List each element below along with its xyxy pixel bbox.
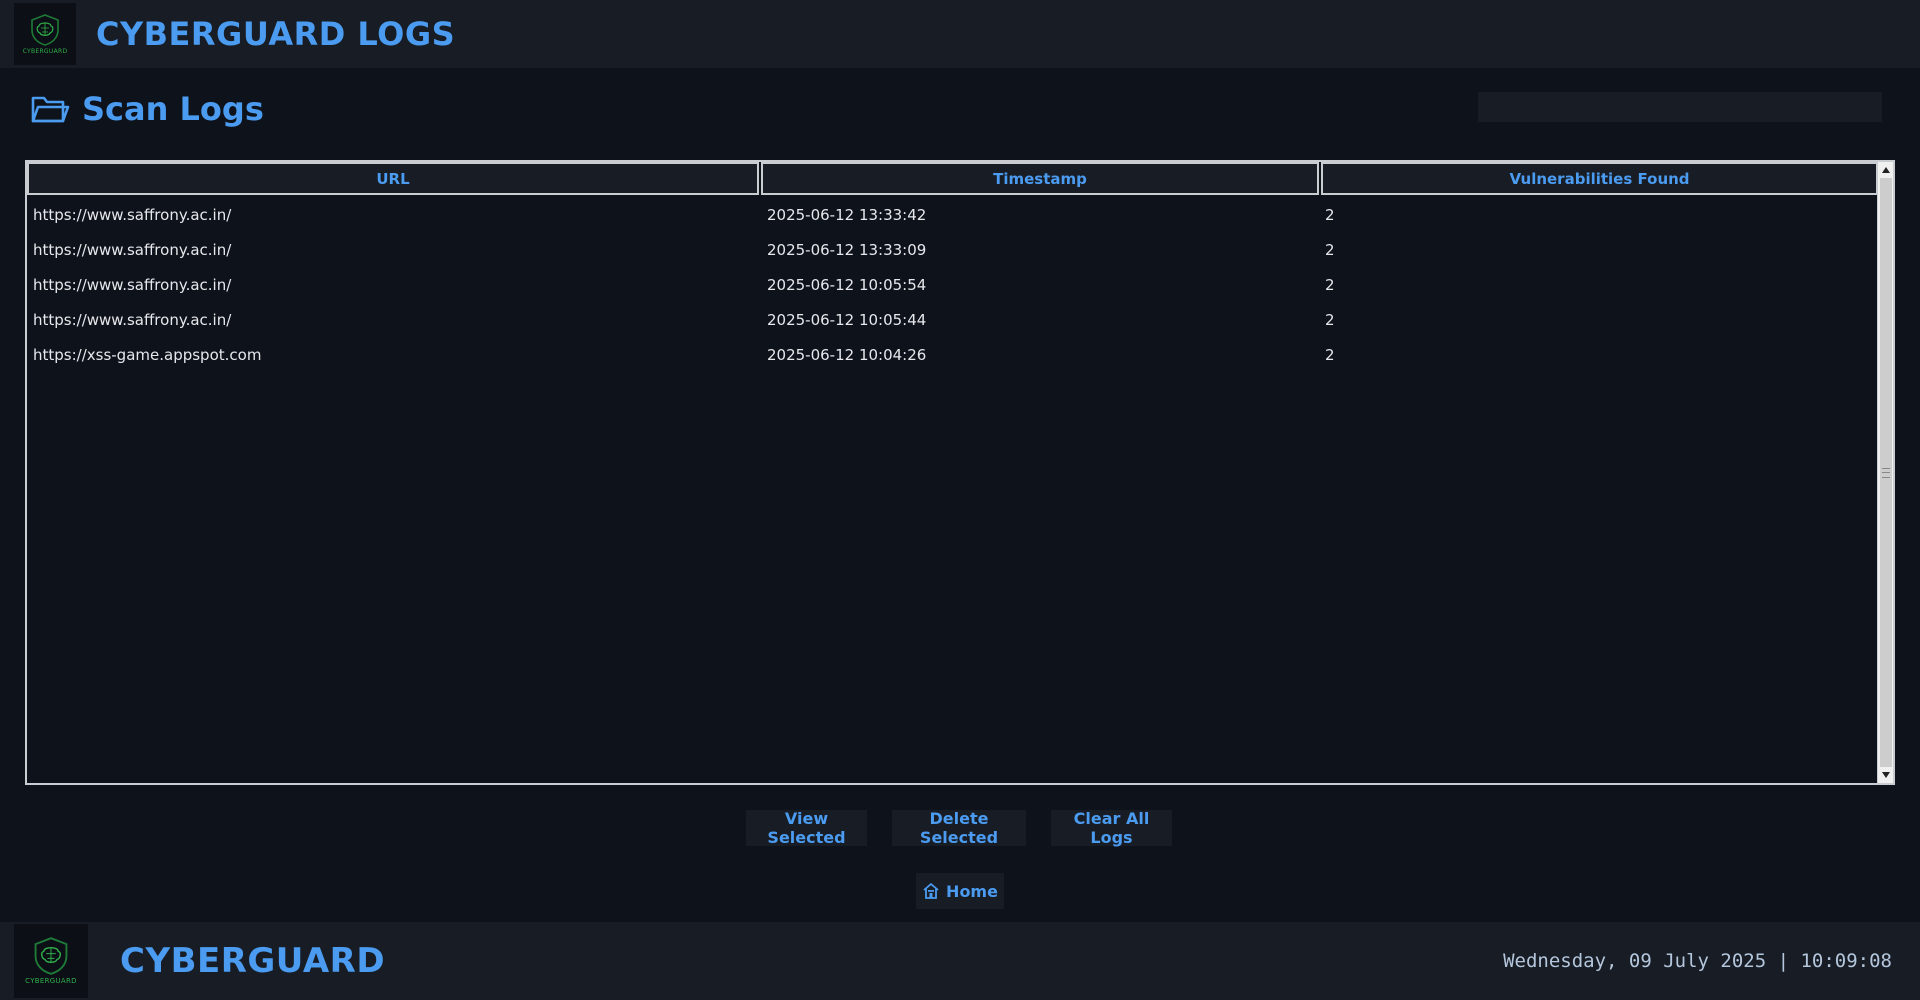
shield-brain-icon: [31, 13, 59, 46]
footer-logo: CYBERGUARD: [14, 924, 88, 998]
logo-text: CYBERGUARD: [25, 977, 77, 985]
scroll-down-icon[interactable]: [1878, 767, 1894, 783]
header-logo: CYBERGUARD: [14, 3, 76, 65]
cell-url: https://www.saffrony.ac.in/: [33, 275, 232, 294]
app-title: CYBERGUARD LOGS: [96, 15, 456, 53]
cell-timestamp: 2025-06-12 10:04:26: [767, 345, 927, 364]
table-row[interactable]: https://xss-game.appspot.com 2025-06-12 …: [27, 337, 1879, 372]
cell-url: https://www.saffrony.ac.in/: [33, 205, 232, 224]
logs-table-area: URL Timestamp Vulnerabilities Found http…: [27, 162, 1879, 783]
logo-text: CYBERGUARD: [22, 47, 68, 55]
shield-brain-icon: [34, 937, 68, 975]
table-row[interactable]: https://www.saffrony.ac.in/ 2025-06-12 1…: [27, 267, 1879, 302]
scrollbar-grip-icon: [1882, 468, 1890, 478]
delete-selected-button[interactable]: Delete Selected: [892, 809, 1026, 847]
cell-timestamp: 2025-06-12 13:33:42: [767, 205, 927, 224]
folder-icon: [31, 96, 70, 123]
home-label: Home: [946, 881, 998, 901]
cell-url: https://www.saffrony.ac.in/: [33, 240, 232, 259]
top-header: CYBERGUARD CYBERGUARD LOGS: [0, 0, 1920, 68]
home-button[interactable]: Home: [916, 873, 1004, 909]
table-row[interactable]: https://www.saffrony.ac.in/ 2025-06-12 1…: [27, 197, 1879, 232]
datetime-display: Wednesday, 09 July 2025 | 10:09:08: [1503, 950, 1892, 972]
table-row[interactable]: https://www.saffrony.ac.in/ 2025-06-12 1…: [27, 232, 1879, 267]
footer: CYBERGUARD CYBERGUARD Wednesday, 09 July…: [0, 922, 1920, 1000]
cell-vulnerabilities: 2: [1325, 205, 1335, 224]
cell-timestamp: 2025-06-12 13:33:09: [767, 240, 927, 259]
column-header-timestamp[interactable]: Timestamp: [761, 162, 1319, 195]
cell-vulnerabilities: 2: [1325, 310, 1335, 329]
page-heading: Scan Logs: [30, 90, 264, 128]
clear-all-logs-button[interactable]: Clear All Logs: [1051, 809, 1172, 847]
column-header-url[interactable]: URL: [27, 162, 759, 195]
cell-url: https://xss-game.appspot.com: [33, 345, 262, 364]
vertical-scrollbar[interactable]: [1877, 162, 1893, 783]
page-title: Scan Logs: [82, 90, 264, 128]
cell-vulnerabilities: 2: [1325, 240, 1335, 259]
logs-table: URL Timestamp Vulnerabilities Found http…: [25, 160, 1895, 785]
table-header: URL Timestamp Vulnerabilities Found: [27, 162, 1879, 197]
cell-timestamp: 2025-06-12 10:05:44: [767, 310, 927, 329]
cell-vulnerabilities: 2: [1325, 345, 1335, 364]
cell-vulnerabilities: 2: [1325, 275, 1335, 294]
table-row[interactable]: https://www.saffrony.ac.in/ 2025-06-12 1…: [27, 302, 1879, 337]
cell-timestamp: 2025-06-12 10:05:54: [767, 275, 927, 294]
home-icon: [922, 882, 940, 900]
footer-brand: CYBERGUARD: [120, 941, 386, 981]
column-header-vulnerabilities[interactable]: Vulnerabilities Found: [1321, 162, 1878, 195]
view-selected-button[interactable]: View Selected: [746, 809, 867, 847]
search-input[interactable]: [1478, 92, 1882, 122]
cell-url: https://www.saffrony.ac.in/: [33, 310, 232, 329]
scroll-up-icon[interactable]: [1878, 162, 1894, 178]
